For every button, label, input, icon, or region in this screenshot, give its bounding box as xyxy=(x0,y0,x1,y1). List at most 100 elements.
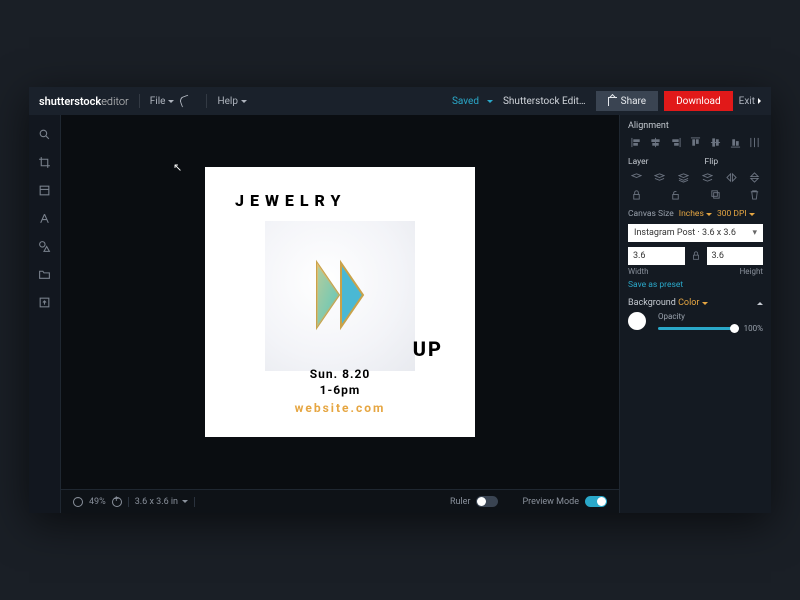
layer-forward-button[interactable] xyxy=(652,170,668,184)
lock-icon xyxy=(631,189,642,200)
preview-label: Preview Mode xyxy=(522,497,579,507)
distribute-button[interactable] xyxy=(747,135,763,149)
top-bar: shutterstockeditor File Help Saved Shutt… xyxy=(29,87,771,115)
unlock-icon xyxy=(670,189,681,200)
app-window: shutterstockeditor File Help Saved Shutt… xyxy=(29,87,771,513)
product-photo[interactable] xyxy=(265,221,415,371)
align-bottom-button[interactable] xyxy=(727,135,743,149)
layer-backward-button[interactable] xyxy=(676,170,692,184)
lock-button[interactable] xyxy=(628,187,644,201)
align-top-button[interactable] xyxy=(687,135,703,149)
duplicate-button[interactable] xyxy=(707,187,723,201)
canvas-icon xyxy=(38,184,51,197)
shapes-icon xyxy=(38,240,51,253)
chevron-down-icon[interactable] xyxy=(182,500,188,503)
opacity-slider[interactable] xyxy=(658,327,739,330)
chevron-down-icon xyxy=(241,100,247,103)
layer-backward-icon xyxy=(678,172,689,183)
chevron-down-icon xyxy=(168,100,174,103)
event-time[interactable]: 1-6pm xyxy=(205,383,475,397)
folder-tool[interactable] xyxy=(29,261,61,287)
unit-select[interactable]: Inches xyxy=(679,209,712,219)
folder-icon xyxy=(38,268,51,281)
stage[interactable]: ↖ JEWELRY UP Sun. 8.20 1-6pm webs xyxy=(61,115,619,489)
brand-logo: shutterstockeditor xyxy=(39,95,129,108)
search-icon xyxy=(38,128,51,141)
align-right-button[interactable] xyxy=(668,135,684,149)
align-left-icon xyxy=(631,137,642,148)
separator xyxy=(139,94,140,108)
website-text[interactable]: website.com xyxy=(205,401,475,415)
event-date[interactable]: Sun. 8.20 xyxy=(205,367,475,381)
layer-front-icon xyxy=(631,172,642,183)
collapse-icon[interactable] xyxy=(757,302,763,305)
width-input[interactable]: 3.6 xyxy=(628,247,685,265)
flip-label: Flip xyxy=(705,157,764,167)
help-menu[interactable]: Help xyxy=(217,96,246,107)
main-area: ↖ JEWELRY UP Sun. 8.20 1-6pm webs xyxy=(29,115,771,513)
ruler-label: Ruler xyxy=(450,497,471,507)
layer-back-button[interactable] xyxy=(699,170,715,184)
jewelry-image xyxy=(295,251,385,341)
undo-icon[interactable] xyxy=(179,95,192,108)
link-dims-button[interactable] xyxy=(689,249,703,263)
brand-name: shutterstock xyxy=(39,95,101,108)
artboard[interactable]: JEWELRY UP Sun. 8.20 1-6pm website.com xyxy=(205,167,475,437)
share-button[interactable]: Share xyxy=(596,91,658,111)
layer-label: Layer xyxy=(628,157,687,167)
save-status: Saved xyxy=(452,96,479,107)
chevron-down-icon[interactable] xyxy=(487,100,493,103)
headline-text[interactable]: JEWELRY xyxy=(235,191,346,210)
separator xyxy=(206,94,207,108)
shapes-tool[interactable] xyxy=(29,233,61,259)
layer-flip-section: Layer Flip xyxy=(628,157,763,201)
exit-button[interactable]: Exit xyxy=(739,96,761,107)
align-center-v-button[interactable] xyxy=(707,135,723,149)
canvas-size-label: Canvas Size xyxy=(628,209,674,219)
delete-button[interactable] xyxy=(747,187,763,201)
layer-front-button[interactable] xyxy=(628,170,644,184)
text-tool[interactable] xyxy=(29,205,61,231)
zoom-out-icon[interactable] xyxy=(73,497,83,507)
zoom-in-icon[interactable] xyxy=(112,497,122,507)
background-label: Background xyxy=(628,298,676,308)
cursor-icon: ↖ xyxy=(173,161,182,174)
align-bottom-icon xyxy=(730,137,741,148)
download-button[interactable]: Download xyxy=(664,91,733,111)
canvas-tool[interactable] xyxy=(29,177,61,203)
preset-select[interactable]: Instagram Post · 3.6 x 3.6▾ xyxy=(628,224,763,242)
save-preset-link[interactable]: Save as preset xyxy=(628,280,763,290)
alignment-section: Alignment xyxy=(628,121,763,149)
status-bar: 49% 3.6 x 3.6 in Ruler Preview Mode xyxy=(61,489,619,513)
zoom-level: 49% xyxy=(89,497,106,507)
bg-mode-select[interactable]: Color xyxy=(678,298,708,308)
sub-headline[interactable]: UP xyxy=(413,337,443,361)
layer-back-icon xyxy=(702,172,713,183)
file-menu[interactable]: File xyxy=(150,96,175,107)
separator xyxy=(194,497,195,507)
height-input[interactable]: 3.6 xyxy=(707,247,764,265)
align-center-h-button[interactable] xyxy=(648,135,664,149)
align-left-button[interactable] xyxy=(628,135,644,149)
search-tool[interactable] xyxy=(29,121,61,147)
alignment-label: Alignment xyxy=(628,121,763,131)
unlock-button[interactable] xyxy=(668,187,684,201)
separator xyxy=(128,497,129,507)
upload-icon xyxy=(38,296,51,309)
dpi-select[interactable]: 300 DPI xyxy=(717,209,755,219)
flip-h-button[interactable] xyxy=(723,170,739,184)
flip-v-icon xyxy=(749,172,760,183)
duplicate-icon xyxy=(710,189,721,200)
share-icon xyxy=(608,97,617,106)
flip-v-button[interactable] xyxy=(747,170,763,184)
document-name[interactable]: Shutterstock Edit… xyxy=(503,96,586,107)
align-center-h-icon xyxy=(650,137,661,148)
ruler-toggle[interactable] xyxy=(476,496,498,507)
bg-color-swatch[interactable] xyxy=(628,312,646,330)
opacity-value: 100% xyxy=(744,324,763,333)
preview-toggle[interactable] xyxy=(585,496,607,507)
height-label: Height xyxy=(740,267,763,276)
upload-tool[interactable] xyxy=(29,289,61,315)
crop-tool[interactable] xyxy=(29,149,61,175)
canvas-size-section: Canvas Size Inches 300 DPI Instagram Pos… xyxy=(628,209,763,290)
